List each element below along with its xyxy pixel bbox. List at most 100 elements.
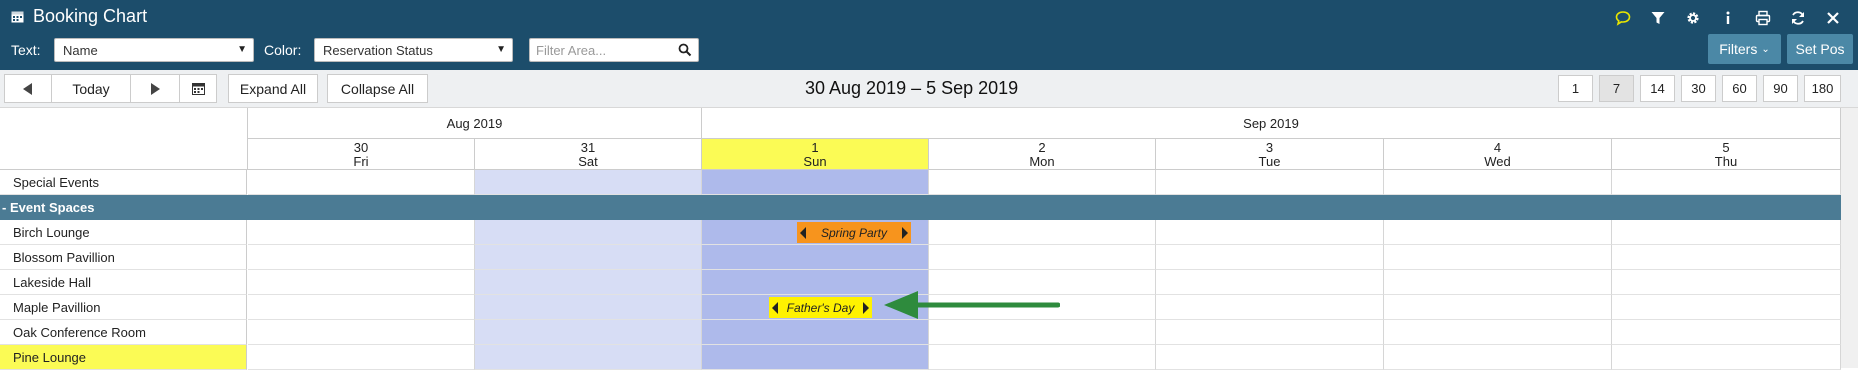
grid-cell[interactable]	[475, 295, 702, 320]
grid-cell[interactable]	[475, 220, 702, 245]
grid-cell[interactable]	[1612, 345, 1841, 370]
info-icon[interactable]	[1710, 8, 1745, 28]
grid-cell[interactable]	[1156, 245, 1384, 270]
today-button[interactable]: Today	[51, 74, 131, 103]
color-label: Color:	[264, 42, 302, 58]
grid-cell[interactable]	[475, 270, 702, 295]
grid-cell[interactable]	[1612, 170, 1841, 195]
filters-button[interactable]: Filters ⌄	[1708, 34, 1781, 64]
expand-all-button[interactable]: Expand All	[228, 74, 318, 103]
grid-cell[interactable]	[929, 245, 1156, 270]
grid-cell[interactable]	[1384, 345, 1612, 370]
row-label-space: Blossom Pavillion	[0, 245, 247, 270]
grid-cell[interactable]	[1612, 295, 1841, 320]
grid-cell[interactable]	[929, 220, 1156, 245]
vertical-scrollbar[interactable]	[1841, 108, 1858, 368]
grid-cell[interactable]	[248, 345, 475, 370]
caret-down-icon: ▼	[496, 44, 506, 55]
green-arrow-icon	[884, 291, 1060, 319]
event-label: Spring Party	[820, 225, 888, 240]
grid-cell[interactable]	[1156, 220, 1384, 245]
grid-cell[interactable]	[702, 245, 929, 270]
zoom-90-button[interactable]: 90	[1763, 75, 1798, 102]
filters-button-label: Filters	[1719, 41, 1758, 57]
zoom-1-button[interactable]: 1	[1558, 75, 1593, 102]
filter-area-input[interactable]: Filter Area...	[529, 38, 699, 62]
grid-cell[interactable]	[1156, 320, 1384, 345]
next-button[interactable]	[130, 74, 180, 103]
grid-cell[interactable]	[1612, 270, 1841, 295]
grid-cell[interactable]	[1612, 320, 1841, 345]
zoom-60-button[interactable]: 60	[1722, 75, 1757, 102]
grid-cell[interactable]	[248, 320, 475, 345]
day-number: 5	[1722, 140, 1730, 155]
grid-cell[interactable]	[1384, 320, 1612, 345]
resize-handle-right-icon[interactable]	[863, 297, 869, 318]
zoom-30-button[interactable]: 30	[1681, 75, 1716, 102]
grid-cell[interactable]	[929, 345, 1156, 370]
refresh-icon[interactable]	[1780, 8, 1815, 28]
grid-cell[interactable]	[248, 295, 475, 320]
filter-icon[interactable]	[1640, 8, 1675, 28]
color-select[interactable]: Reservation Status ▼	[314, 38, 513, 62]
row-label-space: Oak Conference Room	[0, 320, 247, 345]
group-row-event-spaces[interactable]: - Event Spaces	[0, 195, 1841, 220]
grid-cell[interactable]	[1156, 295, 1384, 320]
grid-cell[interactable]	[248, 170, 475, 195]
search-icon[interactable]	[678, 43, 692, 57]
grid-cell[interactable]	[248, 220, 475, 245]
gear-icon[interactable]	[1675, 8, 1710, 28]
zoom-180-button[interactable]: 180	[1804, 75, 1841, 102]
triangle-right-icon	[151, 82, 160, 95]
grid-cell[interactable]	[1612, 220, 1841, 245]
resize-handle-right-icon[interactable]	[902, 222, 908, 243]
comment-icon[interactable]	[1605, 8, 1640, 28]
text-select[interactable]: Name ▼	[54, 38, 254, 62]
grid-cell[interactable]	[702, 170, 929, 195]
close-icon[interactable]	[1815, 8, 1850, 28]
grid-cell[interactable]	[1384, 170, 1612, 195]
grid-cell[interactable]	[248, 245, 475, 270]
day-header: 2 Mon	[929, 139, 1156, 170]
grid-cell[interactable]	[929, 170, 1156, 195]
resize-handle-left-icon[interactable]	[772, 297, 778, 318]
resize-handle-left-icon[interactable]	[800, 222, 806, 243]
event-fathers-day[interactable]: Father's Day	[769, 297, 872, 318]
grid-cell[interactable]	[1384, 220, 1612, 245]
grid-cell[interactable]	[1156, 270, 1384, 295]
set-pos-button[interactable]: Set Pos	[1787, 34, 1853, 64]
grid-cell[interactable]	[1384, 270, 1612, 295]
grid-cell[interactable]	[1156, 345, 1384, 370]
grid-cell[interactable]	[1384, 245, 1612, 270]
collapse-all-button[interactable]: Collapse All	[327, 74, 428, 103]
day-of-week: Thu	[1714, 154, 1738, 169]
grid-cell[interactable]	[1156, 170, 1384, 195]
grid-cell[interactable]	[475, 345, 702, 370]
day-of-week: Mon	[1029, 154, 1055, 169]
grid-cell[interactable]	[248, 270, 475, 295]
zoom-14-button[interactable]: 14	[1640, 75, 1675, 102]
month-header-sep: Sep 2019	[702, 108, 1841, 139]
grid-cell[interactable]	[475, 245, 702, 270]
prev-button[interactable]	[4, 74, 52, 103]
grid-cell[interactable]	[475, 320, 702, 345]
day-header-today: 1 Sun	[702, 139, 929, 170]
app-title: Booking Chart	[33, 6, 148, 26]
day-number: 3	[1265, 140, 1274, 155]
grid-cell[interactable]	[702, 320, 929, 345]
triangle-left-icon	[23, 82, 32, 95]
day-of-week: Sun	[803, 154, 827, 169]
day-number: 1	[811, 140, 819, 155]
row-label-space: Birch Lounge	[0, 220, 247, 245]
filter-area-placeholder: Filter Area...	[536, 43, 607, 58]
grid-cell[interactable]	[1612, 245, 1841, 270]
event-spring-party[interactable]: Spring Party	[797, 222, 911, 243]
grid-cell[interactable]	[929, 320, 1156, 345]
text-select-value: Name	[63, 43, 98, 58]
print-icon[interactable]	[1745, 8, 1780, 28]
zoom-7-button[interactable]: 7	[1599, 75, 1634, 102]
grid-cell[interactable]	[702, 345, 929, 370]
date-picker-button[interactable]	[179, 74, 217, 103]
grid-cell[interactable]	[1384, 295, 1612, 320]
grid-cell[interactable]	[475, 170, 702, 195]
